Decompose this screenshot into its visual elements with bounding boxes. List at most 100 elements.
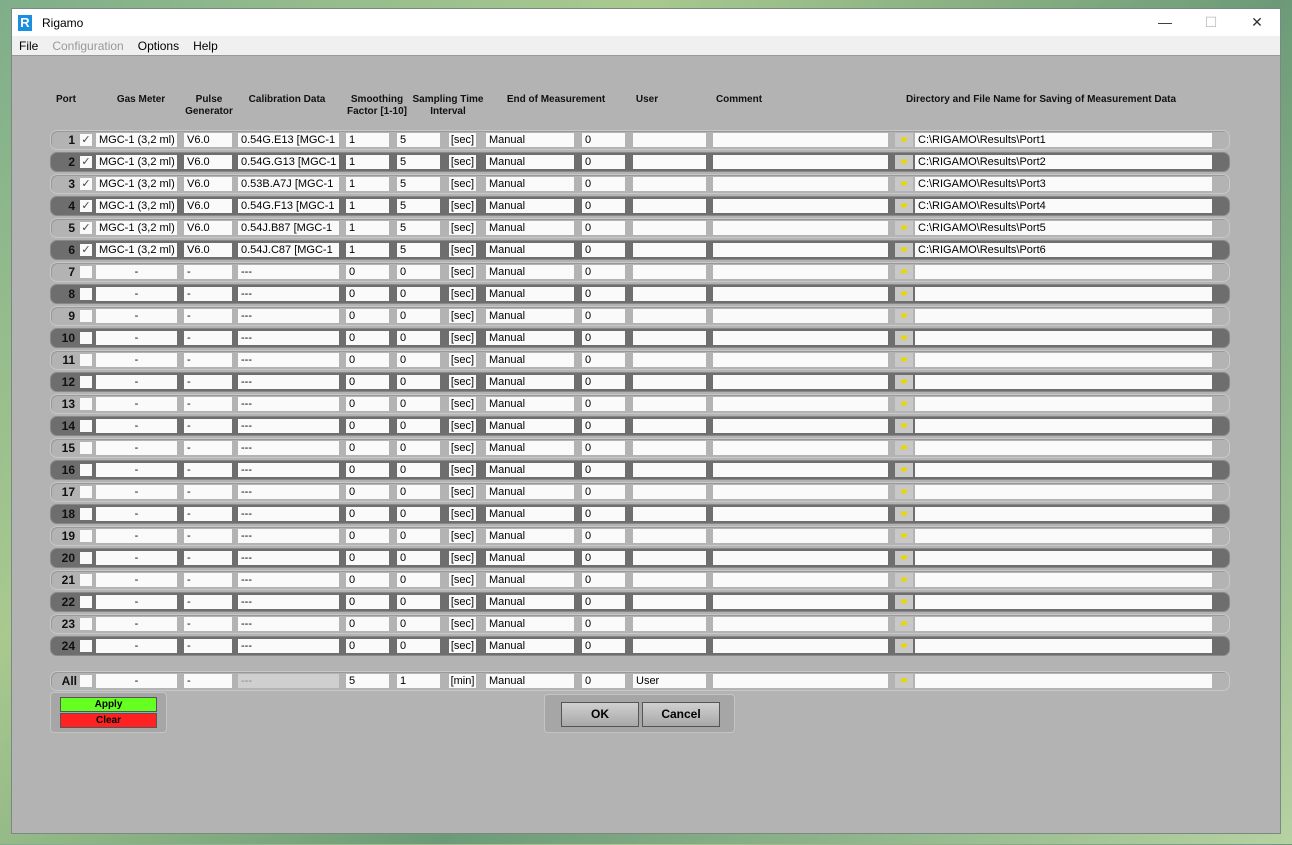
enable-checkbox[interactable]: ✓ [80, 244, 92, 256]
pulse-generator-field[interactable]: - [184, 551, 232, 565]
browse-folder-button[interactable]: ▰ [895, 639, 913, 653]
user-field[interactable] [633, 595, 706, 609]
smoothing-factor-field[interactable]: 0 [346, 353, 389, 367]
smoothing-factor-field[interactable]: 0 [346, 573, 389, 587]
browse-folder-button[interactable]: ▰ [895, 353, 913, 367]
end-of-measurement-field[interactable]: Manual [486, 397, 574, 411]
end-value-field[interactable]: 0 [582, 507, 625, 521]
calibration-data-field[interactable]: --- [238, 573, 339, 587]
end-of-measurement-field[interactable]: Manual [486, 287, 574, 301]
sampling-interval-field[interactable]: 5 [397, 221, 440, 235]
end-of-measurement-field[interactable]: Manual [486, 221, 574, 235]
end-value-field[interactable]: 0 [582, 485, 625, 499]
directory-field[interactable] [915, 595, 1212, 609]
end-of-measurement-field[interactable]: Manual [486, 331, 574, 345]
sampling-interval-field[interactable]: 0 [397, 309, 440, 323]
enable-checkbox[interactable] [80, 398, 92, 410]
directory-field[interactable] [915, 485, 1212, 499]
end-value-field[interactable]: 0 [582, 617, 625, 631]
pulse-generator-field[interactable]: - [184, 463, 232, 477]
gas-meter-field[interactable]: - [96, 595, 177, 609]
calibration-data-field[interactable]: --- [238, 595, 339, 609]
browse-folder-button[interactable]: ▰ [895, 617, 913, 631]
calibration-data-field[interactable]: 0.54J.B87 [MGC-1 [238, 221, 339, 235]
user-field[interactable] [633, 529, 706, 543]
comment-field[interactable] [713, 674, 888, 688]
sampling-interval-field[interactable]: 0 [397, 595, 440, 609]
browse-folder-button[interactable]: ▰ [895, 573, 913, 587]
directory-field[interactable]: C:\RIGAMO\Results\Port1 [915, 133, 1212, 147]
gas-meter-field[interactable]: - [96, 353, 177, 367]
end-of-measurement-field[interactable]: Manual [486, 617, 574, 631]
calibration-data-field[interactable]: --- [238, 353, 339, 367]
user-field[interactable] [633, 375, 706, 389]
calibration-data-field[interactable]: --- [238, 441, 339, 455]
enable-checkbox[interactable] [80, 288, 92, 300]
directory-field[interactable] [915, 287, 1212, 301]
gas-meter-field[interactable]: MGC-1 (3,2 ml) [96, 199, 177, 213]
enable-checkbox[interactable] [80, 530, 92, 542]
cancel-button[interactable]: Cancel [642, 702, 720, 727]
end-of-measurement-field[interactable]: Manual [486, 243, 574, 257]
user-field[interactable] [633, 507, 706, 521]
browse-folder-button[interactable]: ▰ [895, 441, 913, 455]
calibration-data-field[interactable]: --- [238, 331, 339, 345]
comment-field[interactable] [713, 507, 888, 521]
end-of-measurement-field[interactable]: Manual [486, 353, 574, 367]
sampling-interval-field[interactable]: 1 [397, 674, 440, 688]
smoothing-factor-field[interactable]: 0 [346, 265, 389, 279]
sampling-interval-field[interactable]: 5 [397, 133, 440, 147]
end-value-field[interactable]: 0 [582, 639, 625, 653]
end-of-measurement-field[interactable]: Manual [486, 265, 574, 279]
user-field[interactable] [633, 155, 706, 169]
pulse-generator-field[interactable]: - [184, 485, 232, 499]
directory-field[interactable]: C:\RIGAMO\Results\Port3 [915, 177, 1212, 191]
sampling-interval-field[interactable]: 5 [397, 243, 440, 257]
smoothing-factor-field[interactable]: 1 [346, 155, 389, 169]
comment-field[interactable] [713, 441, 888, 455]
end-value-field[interactable]: 0 [582, 287, 625, 301]
user-field[interactable] [633, 573, 706, 587]
calibration-data-field[interactable]: --- [238, 309, 339, 323]
end-value-field[interactable]: 0 [582, 177, 625, 191]
end-of-measurement-field[interactable]: Manual [486, 507, 574, 521]
pulse-generator-field[interactable]: - [184, 397, 232, 411]
comment-field[interactable] [713, 551, 888, 565]
comment-field[interactable] [713, 243, 888, 257]
end-of-measurement-field[interactable]: Manual [486, 463, 574, 477]
enable-checkbox[interactable] [80, 420, 92, 432]
comment-field[interactable] [713, 397, 888, 411]
smoothing-factor-field[interactable]: 0 [346, 529, 389, 543]
user-field[interactable] [633, 243, 706, 257]
directory-field[interactable]: C:\RIGAMO\Results\Port2 [915, 155, 1212, 169]
browse-folder-button[interactable]: ▰ [895, 155, 913, 169]
enable-checkbox[interactable] [80, 596, 92, 608]
gas-meter-field[interactable]: - [96, 573, 177, 587]
sampling-interval-field[interactable]: 5 [397, 155, 440, 169]
browse-folder-button[interactable]: ▰ [895, 133, 913, 147]
comment-field[interactable] [713, 595, 888, 609]
sampling-interval-field[interactable]: 0 [397, 265, 440, 279]
calibration-data-field[interactable]: --- [238, 639, 339, 653]
user-field[interactable] [633, 221, 706, 235]
calibration-data-field[interactable]: --- [238, 485, 339, 499]
user-field[interactable] [633, 419, 706, 433]
end-of-measurement-field[interactable]: Manual [486, 309, 574, 323]
sampling-interval-field[interactable]: 0 [397, 441, 440, 455]
sampling-interval-field[interactable]: 0 [397, 573, 440, 587]
calibration-data-field[interactable]: --- [238, 507, 339, 521]
sampling-interval-field[interactable]: 0 [397, 287, 440, 301]
browse-folder-button[interactable]: ▰ [895, 551, 913, 565]
pulse-generator-field[interactable]: - [184, 265, 232, 279]
calibration-data-field[interactable]: --- [238, 674, 339, 688]
end-of-measurement-field[interactable]: Manual [486, 177, 574, 191]
directory-field[interactable] [915, 617, 1212, 631]
enable-checkbox[interactable] [80, 508, 92, 520]
comment-field[interactable] [713, 639, 888, 653]
end-value-field[interactable]: 0 [582, 397, 625, 411]
gas-meter-field[interactable]: - [96, 463, 177, 477]
end-value-field[interactable]: 0 [582, 573, 625, 587]
calibration-data-field[interactable]: 0.54J.C87 [MGC-1 [238, 243, 339, 257]
enable-checkbox[interactable] [80, 354, 92, 366]
end-value-field[interactable]: 0 [582, 243, 625, 257]
